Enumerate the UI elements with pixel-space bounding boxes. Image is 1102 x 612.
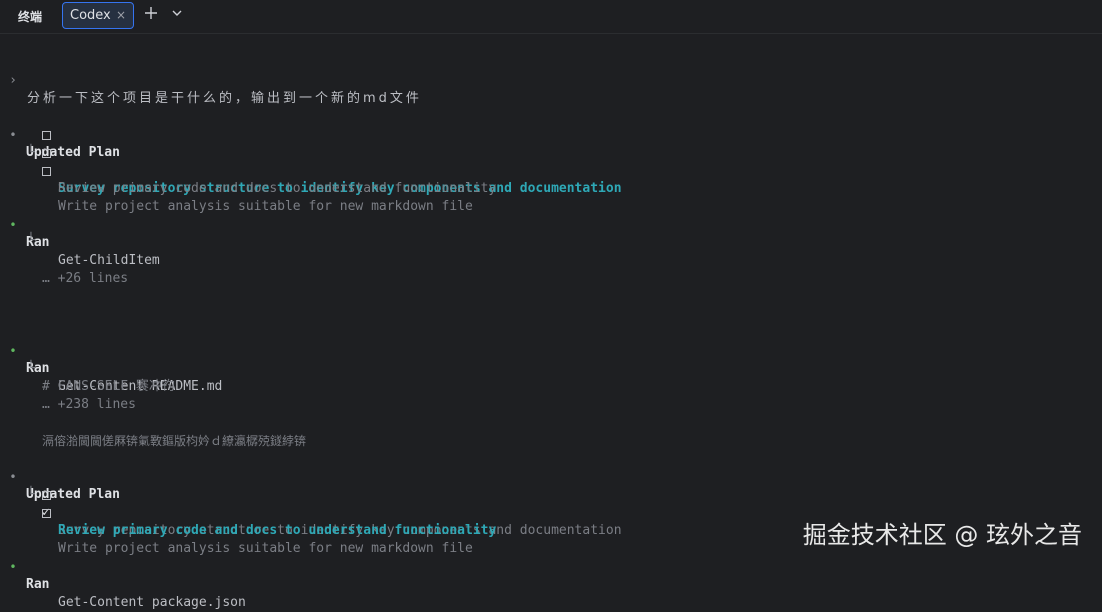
collapsed-output[interactable]: … +238 lines [0, 378, 136, 412]
plan-title: Updated Plan [26, 487, 120, 502]
output-line: 滆傛湁閫閫傞厤锛氭斁鏂版枃妗ｄ繚瀛樼殑鐩綍锛 [0, 414, 306, 448]
checkbox-empty-icon [42, 167, 51, 176]
plan-header: • Updated Plan [0, 108, 120, 160]
user-prompt: › 分析一下这个项目是干什么的，输出到一个新的md文件 [0, 54, 419, 106]
plan-step: Write project analysis suitable for new … [0, 162, 473, 214]
chevron-down-icon[interactable] [168, 4, 186, 22]
tab-codex-label: Codex [70, 8, 111, 23]
collapsed-lines-count: … +238 lines [42, 397, 136, 412]
tab-codex[interactable]: Codex × [62, 2, 134, 29]
tree-elbow-icon: └ [27, 487, 35, 502]
prompt-marker: › [9, 73, 17, 88]
checkbox-empty-icon [42, 491, 51, 500]
plan-step-label: Review primary code and docs to understa… [58, 523, 497, 538]
ran-command: • Ran Get-Content package.json [0, 540, 245, 610]
plan-step: Write project analysis suitable for new … [0, 504, 473, 556]
output-line: └ [0, 214, 35, 248]
plus-icon[interactable] [142, 4, 160, 22]
plan-step-label: Review primary code and docs to understa… [58, 181, 497, 196]
watermark: 掘金技术社区 @ 玹外之音 [802, 521, 1082, 549]
tree-elbow-icon: └ [27, 145, 35, 160]
plan-step: Review primary code and docs to understa… [0, 144, 496, 196]
plan-step: Review primary code and docs to understa… [0, 486, 496, 538]
plan-title: Updated Plan [26, 145, 120, 160]
collapsed-lines-count: … +26 lines [42, 271, 129, 286]
close-icon[interactable]: × [116, 8, 126, 22]
command-text: Get-Content package.json [58, 595, 246, 610]
command-text: Get-ChildItem [58, 253, 160, 268]
plan-step: └ Survey repository structure to identif… [0, 126, 622, 196]
bullet-icon: • [9, 560, 17, 574]
plan-step-label: Write project analysis suitable for new … [58, 199, 473, 214]
output-line: └ # FANS-SELF 褰冲彴 [0, 342, 175, 394]
checkbox-empty-icon [42, 509, 51, 518]
collapsed-output[interactable]: … +26 lines [0, 252, 128, 286]
ran-command: • Ran Get-Content README.md [0, 324, 222, 394]
terminal-tab-bar: 终端 Codex × [0, 0, 1102, 34]
tree-elbow-icon: └ [27, 233, 35, 248]
tree-elbow-icon: └ [27, 361, 35, 376]
prompt-text: 分析一下这个项目是干什么的，输出到一个新的md文件 [27, 91, 422, 106]
plan-step-label: Write project analysis suitable for new … [58, 541, 473, 556]
plan-step: └ ✓ Survey repository structure to ident… [0, 468, 622, 538]
output-text: 滆傛湁閫閫傞厤锛氭斁鏂版枃妗ｄ繚瀛樼殑鐩綍锛 [42, 434, 307, 448]
plan-header: • Updated Plan [0, 450, 120, 502]
ran-label: Ran [26, 577, 50, 592]
checkbox-empty-icon [42, 149, 51, 158]
terminal-title: 终端 [18, 10, 43, 24]
output-text: # FANS-SELF 褰冲彴 [42, 379, 175, 394]
checkbox-empty-icon [42, 131, 51, 140]
